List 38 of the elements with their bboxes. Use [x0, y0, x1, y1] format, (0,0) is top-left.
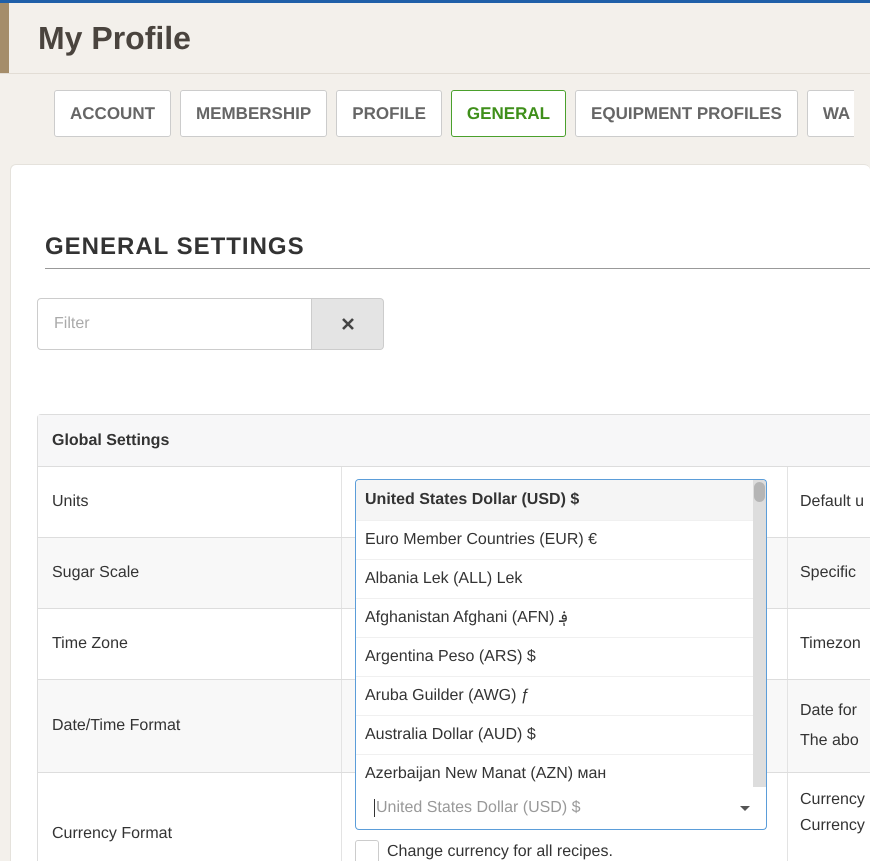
setting-description: Default u: [800, 493, 864, 511]
checkbox-label: Change currency for all recipes.: [387, 843, 613, 861]
dropdown-option[interactable]: Albania Lek (ALL) Lek: [356, 560, 753, 599]
scrollbar[interactable]: [753, 480, 766, 787]
setting-description: Currency: [800, 791, 865, 809]
page-title: My Profile: [38, 20, 191, 56]
tab[interactable]: EQUIPMENT PROFILES: [575, 90, 798, 137]
section-title: GENERAL SETTINGS: [45, 233, 870, 269]
caret-icon: [740, 806, 750, 810]
dropdown-option[interactable]: Australia Dollar (AUD) $: [356, 716, 753, 755]
setting-label: Sugar Scale: [52, 564, 140, 582]
setting-description: Specific: [800, 564, 856, 582]
accent-bar: [0, 3, 9, 73]
dropdown-option[interactable]: Afghanistan Afghani (AFN) ؋: [356, 599, 753, 638]
dropdown-option[interactable]: Euro Member Countries (EUR) €: [356, 521, 753, 560]
setting-description: Timezon: [800, 635, 861, 653]
setting-description: Currency: [800, 817, 865, 835]
filter-field[interactable]: Filter: [37, 298, 312, 350]
setting-label: Date/Time Format: [52, 717, 180, 735]
tab[interactable]: PROFILE: [336, 90, 442, 137]
tab[interactable]: MEMBERSHIP: [180, 90, 328, 137]
currency-select[interactable]: United States Dollar (USD) $: [355, 787, 767, 830]
setting-label: Currency Format: [52, 825, 172, 843]
dropdown-option[interactable]: Aruba Guilder (AWG) ƒ: [356, 677, 753, 716]
close-icon: [340, 317, 354, 331]
tab[interactable]: ACCOUNT: [54, 90, 171, 137]
setting-description: The abo: [800, 732, 859, 750]
tab[interactable]: WA: [806, 90, 854, 137]
setting-label: Units: [52, 493, 88, 511]
checkbox[interactable]: [355, 840, 379, 861]
dropdown-option[interactable]: United States Dollar (USD) $: [356, 480, 753, 521]
clear-button[interactable]: [312, 298, 384, 350]
currency-search-field[interactable]: United States Dollar (USD) $: [374, 799, 732, 817]
tab[interactable]: GENERAL: [450, 90, 566, 137]
dropdown-option[interactable]: Argentina Peso (ARS) $: [356, 638, 753, 677]
setting-label: Time Zone: [52, 635, 128, 653]
table-title: Global Settings: [38, 415, 870, 467]
setting-description: Date for: [800, 702, 858, 720]
